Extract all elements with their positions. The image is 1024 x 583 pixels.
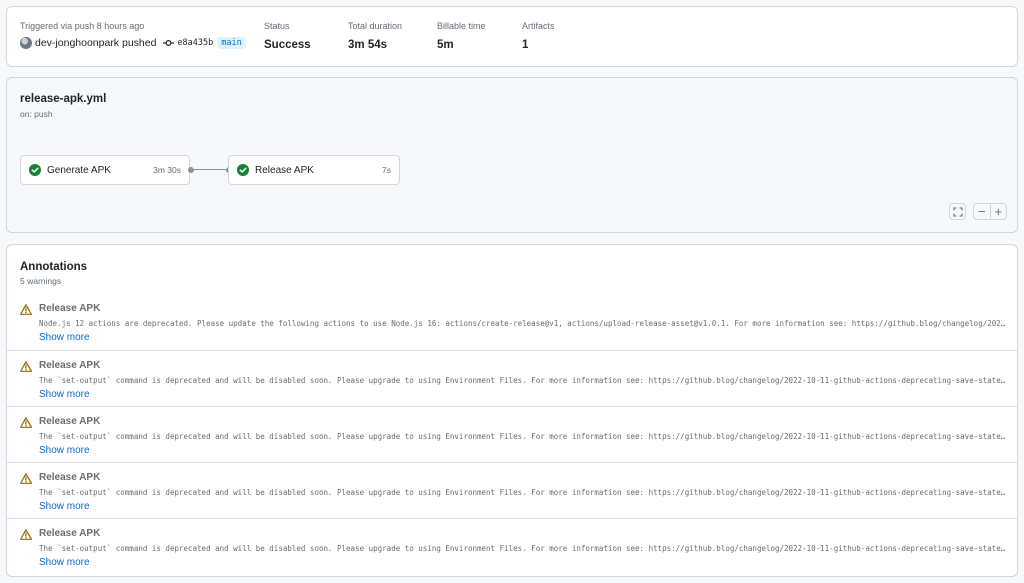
warning-icon — [20, 473, 32, 484]
annotations-card: Annotations 5 warnings Release APK Node.… — [6, 244, 1018, 577]
annotation-job-link[interactable]: Release APK — [39, 416, 100, 427]
billable-label: Billable time — [437, 21, 486, 31]
zoom-in-button[interactable]: + — [991, 204, 1007, 219]
workflow-graph-card: release-apk.yml on: push Generate APK 3m… — [6, 77, 1018, 233]
artifacts-block: Artifacts 1 — [522, 21, 555, 51]
workflow-file-name: release-apk.yml — [20, 93, 107, 105]
success-check-icon — [237, 164, 249, 176]
annotation-job-link[interactable]: Release APK — [39, 528, 100, 539]
job-generate-apk[interactable]: Generate APK 3m 30s — [20, 155, 190, 185]
fullscreen-icon — [952, 206, 963, 217]
job-release-apk[interactable]: Release APK 7s — [228, 155, 400, 185]
avatar[interactable] — [20, 37, 32, 49]
warning-icon — [20, 304, 32, 315]
workflow-trigger: on: push — [20, 109, 53, 119]
commit-icon — [163, 39, 175, 47]
annotation-message: The `set-output` command is deprecated a… — [39, 544, 1009, 553]
trigger-text: Triggered via push 8 hours ago — [20, 21, 145, 31]
show-more-link[interactable]: Show more — [39, 445, 90, 456]
commit-sha-link[interactable]: e8a435b — [177, 38, 213, 48]
job-connector-line — [193, 169, 227, 170]
connector-dot — [188, 167, 194, 173]
status-value: Success — [264, 39, 311, 51]
annotation-message: Node.js 12 actions are deprecated. Pleas… — [39, 319, 1009, 328]
job-name: Release APK — [255, 164, 314, 176]
annotation-item: Release APK The `set-output` command is … — [7, 518, 1017, 574]
run-summary-card: Triggered via push 8 hours ago dev-jongh… — [6, 6, 1018, 67]
annotation-item: Release APK Node.js 12 actions are depre… — [7, 294, 1017, 350]
trigger-info: Triggered via push 8 hours ago dev-jongh… — [20, 21, 246, 49]
job-duration: 7s — [382, 165, 391, 175]
billable-value: 5m — [437, 39, 454, 51]
show-more-link[interactable]: Show more — [39, 332, 90, 343]
annotation-message: The `set-output` command is deprecated a… — [39, 376, 1009, 385]
show-more-link[interactable]: Show more — [39, 501, 90, 512]
duration-block: Total duration 3m 54s — [348, 21, 402, 51]
branch-badge[interactable]: main — [217, 37, 246, 49]
annotation-message: The `set-output` command is deprecated a… — [39, 432, 1009, 441]
annotations-list: Release APK Node.js 12 actions are depre… — [7, 294, 1017, 574]
duration-value: 3m 54s — [348, 39, 388, 51]
success-check-icon — [29, 164, 41, 176]
annotation-item: Release APK The `set-output` command is … — [7, 462, 1017, 518]
annotation-item: Release APK The `set-output` command is … — [7, 406, 1017, 462]
show-more-link[interactable]: Show more — [39, 557, 90, 568]
status-label: Status — [264, 21, 290, 31]
zoom-out-button[interactable]: − — [974, 204, 991, 219]
warning-icon — [20, 361, 32, 372]
annotations-title: Annotations — [20, 261, 88, 273]
fullscreen-button[interactable] — [949, 203, 966, 220]
warning-icon — [20, 417, 32, 428]
status-block: Status Success — [264, 21, 311, 51]
annotation-job-link[interactable]: Release APK — [39, 303, 100, 314]
annotation-item: Release APK The `set-output` command is … — [7, 350, 1017, 406]
warning-icon — [20, 529, 32, 540]
job-name: Generate APK — [47, 164, 111, 176]
show-more-link[interactable]: Show more — [39, 389, 90, 400]
artifacts-label: Artifacts — [522, 21, 555, 31]
job-duration: 3m 30s — [153, 165, 181, 175]
billable-block: Billable time 5m — [437, 21, 486, 51]
artifacts-value[interactable]: 1 — [522, 39, 555, 51]
annotation-job-link[interactable]: Release APK — [39, 360, 100, 371]
zoom-controls: − + — [973, 203, 1007, 220]
annotation-message: The `set-output` command is deprecated a… — [39, 488, 1009, 497]
actor-link[interactable]: dev-jonghoonpark pushed — [35, 37, 156, 49]
duration-label: Total duration — [348, 21, 403, 31]
annotations-count: 5 warnings — [20, 276, 62, 286]
annotation-job-link[interactable]: Release APK — [39, 472, 100, 483]
